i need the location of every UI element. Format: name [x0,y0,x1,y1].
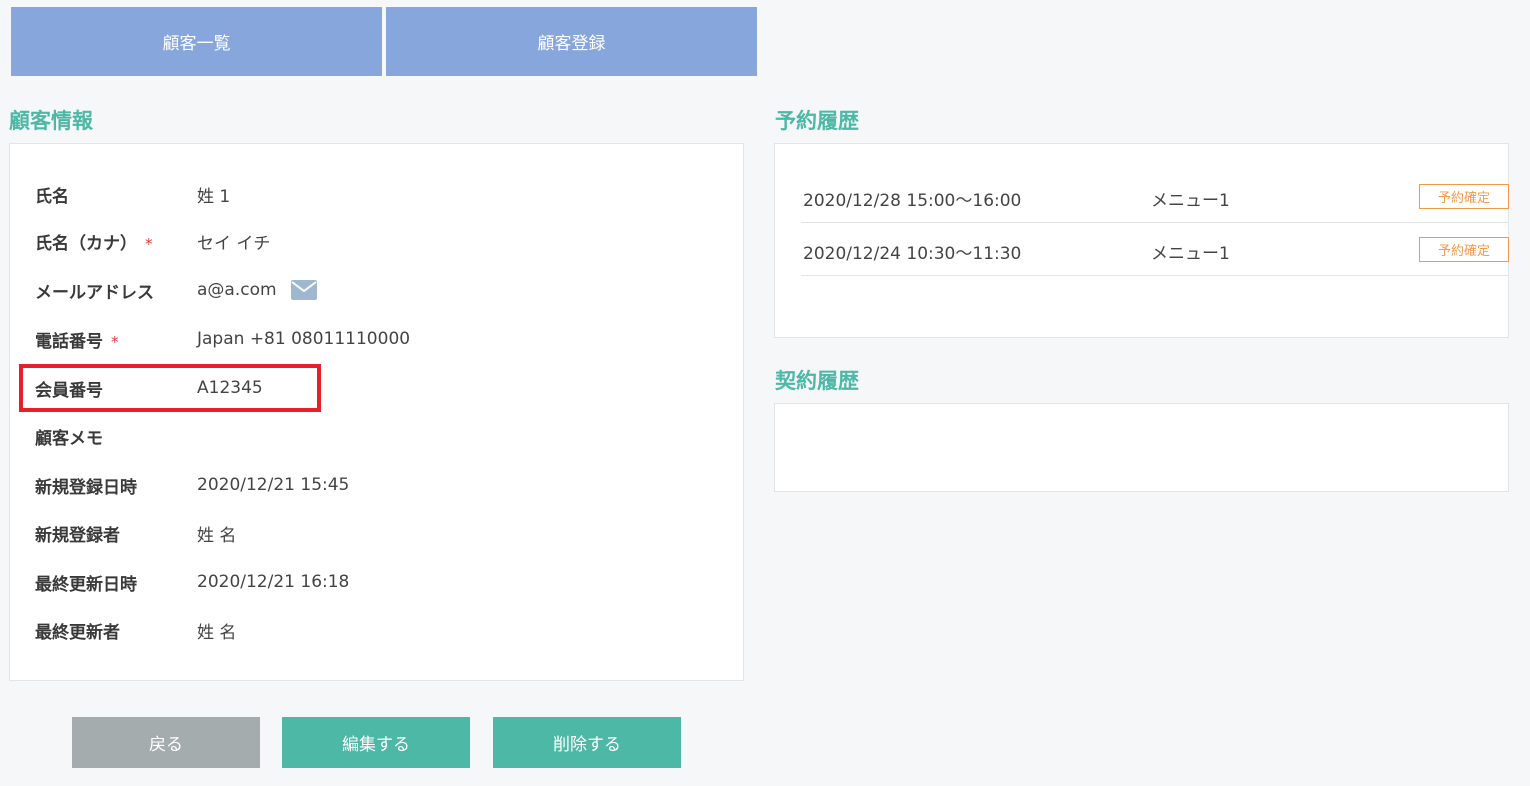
contract-history-title: 契約履歴 [775,369,859,393]
field-row-updated-by: 最終更新者 姓 名 [35,618,237,643]
customer-list-button[interactable]: 顧客一覧 [11,7,382,76]
field-row-name-kana: 氏名（カナ） * セイ イチ [35,229,271,254]
customer-info-title: 顧客情報 [9,109,93,133]
edit-button[interactable]: 編集する [282,717,470,768]
reservation-row[interactable]: 2020/12/28 15:00～16:00 メニュー1 予約確定 [801,170,1509,223]
field-label: 電話番号 [35,331,103,352]
reservation-history-title: 予約履歴 [775,109,859,133]
envelope-icon[interactable] [290,280,317,300]
field-row-name: 氏名 姓 1 [35,182,231,207]
field-label: 氏名（カナ） [35,233,137,254]
field-label-wrap: 氏名（カナ） * [35,229,197,254]
field-value: 2020/12/21 15:45 [197,475,350,495]
customer-info-panel: 氏名 姓 1 氏名（カナ） * セイ イチ メールアドレス a@a.com 電話番… [9,143,744,681]
field-value-wrap: a@a.com [197,280,317,300]
field-label: 氏名 [35,186,69,207]
required-mark: * [145,234,153,253]
field-value: 姓 名 [197,622,237,643]
field-value: a@a.com [197,280,277,300]
required-mark: * [111,332,119,351]
field-row-memo: 顧客メモ [35,424,197,449]
field-row-phone: 電話番号 * Japan +81 08011110000 [35,327,411,352]
customer-register-button[interactable]: 顧客登録 [386,7,757,76]
reservation-menu: メニュー1 [1151,191,1230,211]
field-row-email: メールアドレス a@a.com [35,278,317,303]
status-badge: 予約確定 [1419,184,1509,209]
reservation-menu: メニュー1 [1151,244,1230,264]
field-label: 顧客メモ [35,428,103,449]
field-label-wrap: 電話番号 * [35,327,197,352]
back-button[interactable]: 戻る [72,717,260,768]
field-value: 2020/12/21 16:18 [197,572,350,592]
field-value: セイ イチ [197,233,271,254]
reservation-datetime: 2020/12/28 15:00～16:00 [803,191,1022,211]
field-label: 最終更新者 [35,622,120,643]
field-value: 姓 名 [197,525,237,546]
reservation-history-panel: 2020/12/28 15:00～16:00 メニュー1 予約確定 2020/1… [774,143,1509,338]
delete-button[interactable]: 削除する [493,717,681,768]
field-label: メールアドレス [35,282,154,303]
field-label: 新規登録者 [35,525,120,546]
member-number-highlight [19,364,321,412]
status-badge: 予約確定 [1419,237,1509,262]
field-row-created-by: 新規登録者 姓 名 [35,521,237,546]
contract-history-panel [774,403,1509,492]
reservation-datetime: 2020/12/24 10:30～11:30 [803,244,1022,264]
field-label: 最終更新日時 [35,574,137,595]
field-row-created-at: 新規登録日時 2020/12/21 15:45 [35,473,350,498]
field-value: 姓 1 [197,186,231,207]
field-value: Japan +81 08011110000 [197,329,411,349]
reservation-row[interactable]: 2020/12/24 10:30～11:30 メニュー1 予約確定 [801,223,1509,276]
field-label: 新規登録日時 [35,477,137,498]
field-row-updated-at: 最終更新日時 2020/12/21 16:18 [35,570,350,595]
